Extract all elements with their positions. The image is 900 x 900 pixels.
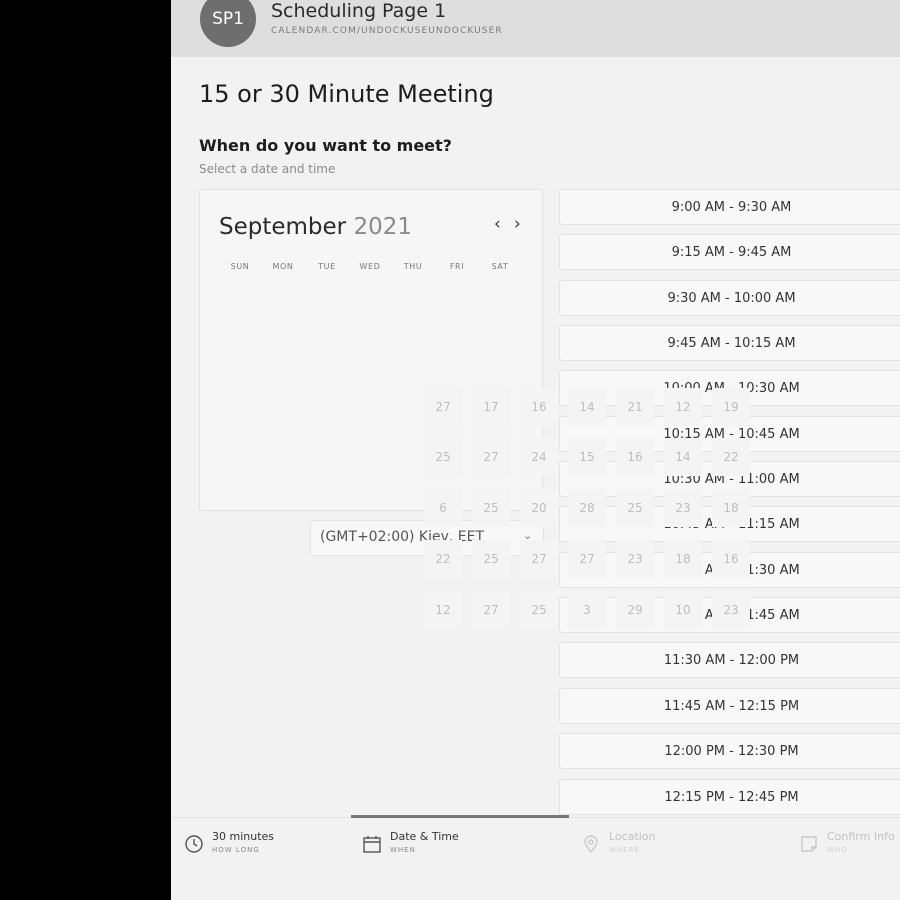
step-who[interactable]: Confirm Info WHO: [799, 830, 895, 854]
weekday-label: THU: [403, 262, 423, 271]
calendar-month: September: [219, 214, 347, 240]
time-slot-button[interactable]: 12:15 PM - 12:45 PM: [559, 779, 900, 815]
date-cell[interactable]: 16: [712, 540, 750, 578]
step-where[interactable]: Location WHERE: [581, 830, 656, 854]
scheduling-page: SP1 Scheduling Page 1 CALENDAR.COM/UNDOC…: [171, 0, 900, 900]
date-cell[interactable]: 14: [664, 438, 702, 476]
page-header: SP1 Scheduling Page 1 CALENDAR.COM/UNDOC…: [171, 0, 900, 57]
meeting-subtitle: Select a date and time: [199, 162, 336, 176]
avatar-initials: SP1: [212, 9, 244, 29]
date-cell[interactable]: 24: [520, 438, 558, 476]
location-pin-icon: [584, 835, 598, 854]
step-label: 30 minutes: [212, 830, 275, 843]
date-cell[interactable]: 27: [520, 540, 558, 578]
date-cell[interactable]: 25: [472, 540, 510, 578]
weekday-label: MON: [272, 262, 294, 271]
active-step-indicator: [351, 815, 569, 818]
date-cell[interactable]: 15: [568, 438, 606, 476]
date-cell[interactable]: 25: [472, 489, 510, 527]
time-slot-button[interactable]: 11:30 AM - 12:00 PM: [559, 642, 900, 678]
weekday-label: SUN: [230, 262, 250, 271]
date-cell[interactable]: 25: [520, 591, 558, 629]
date-cell[interactable]: 19: [712, 388, 750, 426]
weekday-label: FRI: [449, 262, 465, 271]
date-cell[interactable]: 12: [424, 591, 462, 629]
note-icon: [801, 836, 817, 852]
chevron-right-icon[interactable]: ›: [514, 214, 521, 234]
step-sublabel: WHERE: [609, 846, 640, 854]
date-cell[interactable]: 10: [664, 591, 702, 629]
calendar-icon: [363, 836, 381, 853]
date-cell[interactable]: 16: [520, 388, 558, 426]
date-cell[interactable]: 3: [568, 591, 606, 629]
date-cell[interactable]: 18: [712, 489, 750, 527]
avatar: SP1: [200, 0, 256, 47]
date-cell[interactable]: 25: [616, 489, 654, 527]
weekday-label: WED: [359, 262, 381, 271]
date-cell[interactable]: 29: [616, 591, 654, 629]
step-how-long[interactable]: 30 minutes HOW LONG: [184, 830, 274, 854]
date-cell[interactable]: 20: [520, 489, 558, 527]
time-slot-button[interactable]: 12:00 PM - 12:30 PM: [559, 733, 900, 769]
scheduling-page-title: Scheduling Page 1: [271, 0, 447, 22]
date-cell[interactable]: 21: [616, 388, 654, 426]
date-cell[interactable]: 23: [616, 540, 654, 578]
step-label: Location: [609, 830, 656, 843]
step-label: Confirm Info: [827, 830, 895, 843]
date-cell[interactable]: 17: [472, 388, 510, 426]
date-cell[interactable]: 18: [664, 540, 702, 578]
date-cell[interactable]: 23: [664, 489, 702, 527]
calendar-year: 2021: [353, 214, 412, 240]
clock-icon: [185, 835, 203, 853]
chevron-left-icon[interactable]: ‹: [494, 214, 501, 234]
date-cell[interactable]: 14: [568, 388, 606, 426]
date-cell[interactable]: 27: [568, 540, 606, 578]
date-cell[interactable]: 22: [424, 540, 462, 578]
date-cell[interactable]: 6: [424, 489, 462, 527]
date-cell[interactable]: 27: [472, 438, 510, 476]
date-cell[interactable]: 28: [568, 489, 606, 527]
time-slot-button[interactable]: 11:45 AM - 12:15 PM: [559, 688, 900, 724]
step-label: Date & Time: [390, 830, 459, 843]
meeting-title: 15 or 30 Minute Meeting: [199, 80, 494, 108]
time-slot-button[interactable]: 9:00 AM - 9:30 AM: [559, 189, 900, 225]
step-sublabel: WHO: [827, 846, 848, 854]
weekday-label: SAT: [491, 262, 509, 271]
date-cell[interactable]: 27: [424, 388, 462, 426]
step-when[interactable]: Date & Time WHEN: [362, 830, 459, 854]
time-slot-button[interactable]: 9:45 AM - 10:15 AM: [559, 325, 900, 361]
time-slot-button[interactable]: 9:30 AM - 10:00 AM: [559, 280, 900, 316]
scheduling-page-url: CALENDAR.COM/UNDOCKUSEUNDOCKUSER: [271, 26, 503, 36]
step-sublabel: HOW LONG: [212, 846, 260, 854]
date-cell[interactable]: 23: [712, 591, 750, 629]
date-cell[interactable]: 22: [712, 438, 750, 476]
weekday-label: TUE: [318, 262, 336, 271]
calendar-month-label: September 2021: [219, 214, 412, 240]
date-cell[interactable]: 16: [616, 438, 654, 476]
date-cell[interactable]: 25: [424, 438, 462, 476]
meeting-question: When do you want to meet?: [199, 136, 452, 155]
date-cell[interactable]: 12: [664, 388, 702, 426]
step-sublabel: WHEN: [390, 846, 416, 854]
step-progress-bar: 30 minutes HOW LONG Date & Time WHEN Loc…: [171, 815, 900, 900]
date-cell[interactable]: 27: [472, 591, 510, 629]
time-slot-button[interactable]: 9:15 AM - 9:45 AM: [559, 234, 900, 270]
